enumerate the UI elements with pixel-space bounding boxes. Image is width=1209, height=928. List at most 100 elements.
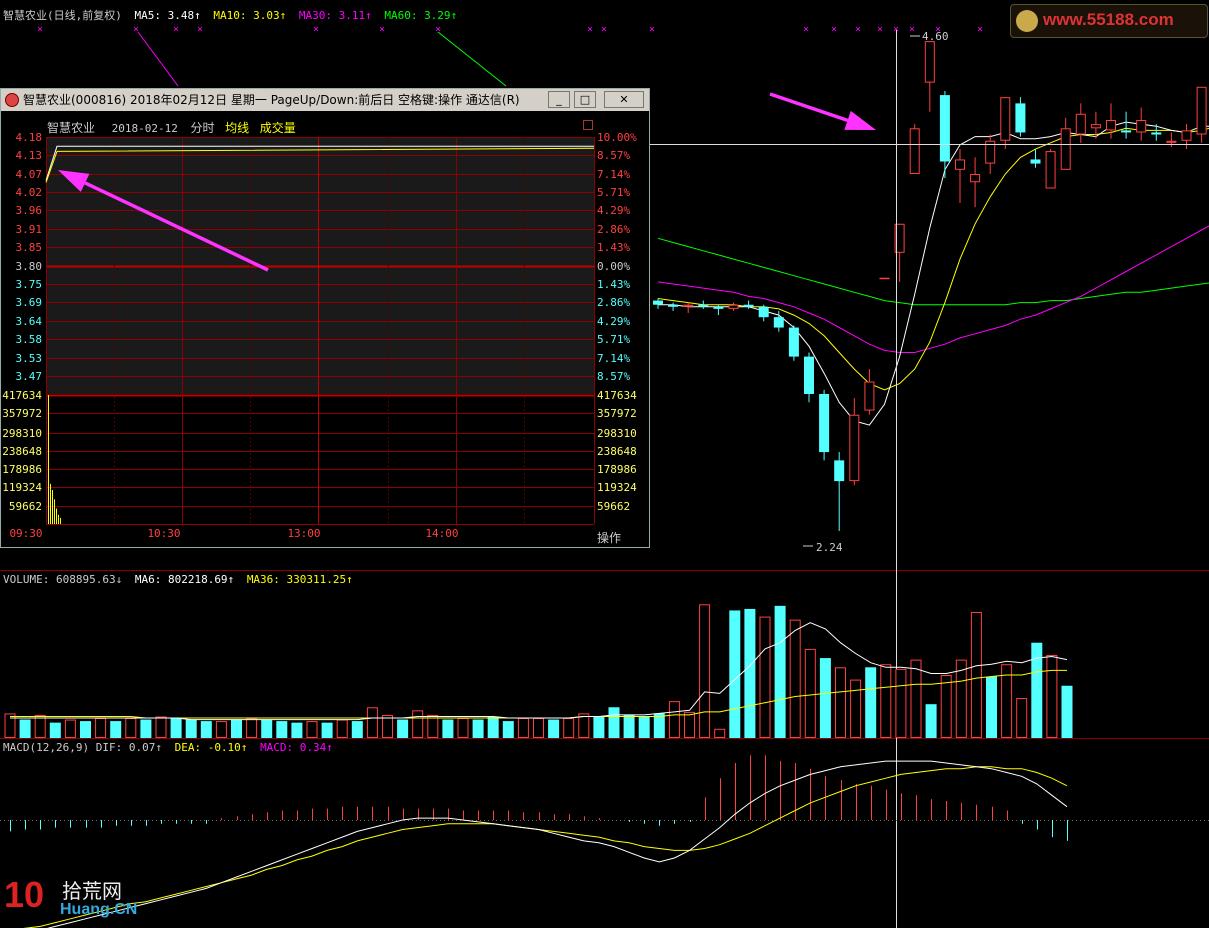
maximize-button[interactable]: □ bbox=[574, 91, 596, 108]
volume-bar-down bbox=[170, 718, 182, 738]
volume-bar-up bbox=[804, 648, 816, 738]
volume-bar-up bbox=[306, 721, 318, 738]
volume-bar-down bbox=[442, 719, 454, 738]
volume-bar-down bbox=[653, 713, 665, 738]
ma30-line bbox=[657, 225, 1209, 353]
volume-bar-down bbox=[1031, 642, 1043, 738]
site-watermark-text: www.55188.com bbox=[1043, 10, 1174, 29]
vol-ma36-line bbox=[10, 669, 1067, 719]
volume-bar-up bbox=[699, 604, 711, 738]
volume-bar-up bbox=[125, 718, 137, 739]
candle-body-up bbox=[1166, 140, 1177, 143]
volume-bar-up bbox=[880, 664, 892, 738]
ma5-line bbox=[658, 121, 1209, 426]
volume-bar-down bbox=[608, 707, 620, 738]
volume-bar-down bbox=[80, 721, 91, 738]
candle-body-up bbox=[1090, 124, 1101, 129]
volume-bar-up bbox=[4, 713, 16, 738]
candle-body-down bbox=[773, 317, 784, 328]
volume-bar-up bbox=[684, 711, 695, 738]
candle-body-up bbox=[849, 414, 860, 482]
popup-stock-name: 智慧农业 bbox=[47, 121, 96, 135]
volume-bar-up bbox=[1046, 655, 1058, 738]
top-marker: × bbox=[601, 24, 607, 35]
volume-bar-up bbox=[789, 619, 801, 738]
popup-date: 2018-02-12 bbox=[111, 122, 178, 135]
top-marker: × bbox=[855, 24, 861, 35]
volume-bar-down bbox=[502, 721, 514, 738]
volume-bar-up bbox=[427, 714, 439, 739]
ma5-label: MA5: 3.48↑ bbox=[134, 9, 201, 22]
top-marker: × bbox=[587, 24, 593, 35]
top-marker: × bbox=[831, 24, 837, 35]
minimize-button[interactable]: _ bbox=[548, 91, 570, 108]
volume-bar-up bbox=[563, 718, 575, 739]
volume-bar-down bbox=[819, 658, 831, 738]
candle-body-up bbox=[1136, 120, 1147, 133]
brand-watermark-number: 10 bbox=[4, 874, 45, 915]
volume-bar-up bbox=[64, 719, 76, 739]
volume-bar-up bbox=[895, 668, 907, 738]
ma10-line bbox=[657, 127, 1209, 391]
candle-body-down bbox=[1030, 159, 1041, 164]
volume-bar-down bbox=[1061, 685, 1073, 738]
macd-legend: MACD(12,26,9) DIF: 0.07↑ DEA: -0.10↑ MAC… bbox=[3, 741, 333, 754]
volume-bar-down bbox=[774, 605, 786, 738]
volume-bar-up bbox=[336, 719, 348, 739]
candle-body-up bbox=[924, 41, 935, 83]
low-price-label: 2.24 bbox=[816, 541, 843, 554]
candle-body-down bbox=[1151, 132, 1162, 135]
volume-bar-up bbox=[759, 616, 771, 739]
volume-bar-up bbox=[155, 716, 167, 738]
close-button[interactable]: ✕ bbox=[604, 91, 644, 108]
intraday-popup-window[interactable]: 智慧农业(000816) 2018年02月12日 星期一 PageUp/Down… bbox=[0, 88, 650, 548]
volume-bar-up bbox=[382, 714, 393, 739]
top-marker: × bbox=[435, 24, 441, 35]
top-marker: × bbox=[313, 24, 319, 35]
candle-body-down bbox=[834, 460, 845, 482]
volume-bar-down bbox=[729, 610, 741, 738]
volume-label: VOLUME: 608895.63↓ bbox=[3, 573, 123, 586]
site-watermark: www.55188.com bbox=[1010, 4, 1208, 38]
volume-bar-up bbox=[714, 728, 726, 738]
popup-action-button[interactable]: 操作 bbox=[597, 529, 621, 546]
top-marker: × bbox=[877, 24, 883, 35]
popup-info-line: 智慧农业 2018-02-12 分时 均线 成交量 bbox=[47, 119, 296, 136]
volume-bar-up bbox=[850, 679, 862, 738]
vol-ma6-label: MA6: 802218.69↑ bbox=[134, 573, 235, 586]
candle-body-down bbox=[804, 356, 814, 394]
popup-volume-label: 成交量 bbox=[259, 121, 296, 135]
top-marker: × bbox=[379, 24, 385, 35]
candle-body-down bbox=[713, 306, 724, 309]
vol-ma36-label: MA36: 330311.25↑ bbox=[246, 573, 353, 586]
top-marker: × bbox=[649, 24, 655, 35]
candle-body-up bbox=[909, 128, 920, 174]
top-marker: × bbox=[197, 24, 203, 35]
volume-bar-down bbox=[49, 722, 61, 738]
dea-line bbox=[23, 766, 1068, 928]
volume-bar-up bbox=[668, 701, 680, 738]
volume-bar-up bbox=[215, 721, 227, 738]
candle-body-down bbox=[1015, 103, 1026, 133]
volume-bar-down bbox=[276, 721, 288, 738]
volume-bar-down bbox=[185, 719, 197, 738]
popup-restore-icon[interactable] bbox=[583, 120, 593, 130]
volume-bar-down bbox=[487, 716, 499, 738]
volume-bar-up bbox=[578, 713, 590, 738]
candle-body-up bbox=[1000, 97, 1011, 141]
volume-bar-up bbox=[910, 659, 922, 738]
volume-bar-down bbox=[472, 719, 484, 738]
volume-bar-down bbox=[110, 721, 122, 738]
macd-label: MACD(12,26,9) DIF: 0.07↑ bbox=[3, 741, 162, 754]
candle-body-down bbox=[668, 304, 679, 307]
popup-titlebar[interactable]: 智慧农业(000816) 2018年02月12日 星期一 PageUp/Down… bbox=[1, 89, 649, 111]
site-logo-icon bbox=[1016, 10, 1038, 32]
main-legend-title: 智慧农业(日线,前复权) bbox=[3, 9, 122, 22]
dea-label: DEA: -0.10↑ bbox=[174, 741, 248, 754]
trading-screen: ×××××××××××××××××××××× 智慧农业(000816) 2018… bbox=[0, 0, 1209, 928]
candle-body-down bbox=[743, 304, 754, 307]
volume-bar-up bbox=[955, 659, 967, 738]
candle-body-up bbox=[1196, 86, 1207, 135]
volume-bar-down bbox=[200, 721, 212, 738]
popup-title: 智慧农业(000816) 2018年02月12日 星期一 PageUp/Down… bbox=[23, 93, 520, 107]
